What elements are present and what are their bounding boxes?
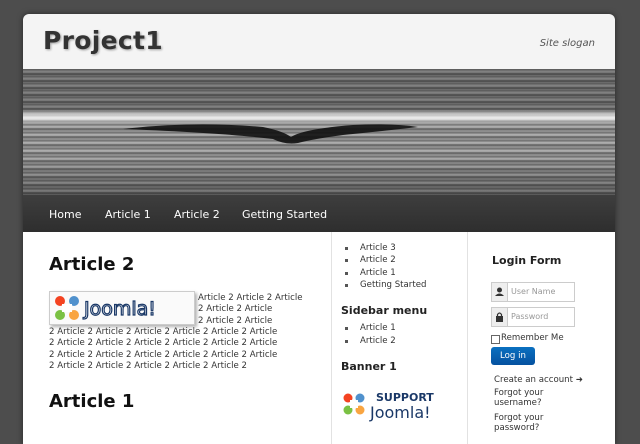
- article-2-text: Article 2 Article 2 Article: [198, 293, 303, 303]
- article-2-text: 2 Article 2 Article 2 Article 2 Article …: [49, 327, 278, 337]
- nav-getting-started[interactable]: Getting Started: [242, 208, 327, 221]
- remember-me-label: Remember Me: [501, 333, 564, 343]
- article-2-text: 2 Article 2 Article 2 Article 2 Article …: [49, 350, 278, 360]
- site-header: Project1 Site slogan: [23, 14, 615, 69]
- create-account-link[interactable]: Create an account ➜: [494, 375, 583, 385]
- article-2-title[interactable]: Article 2: [49, 254, 134, 275]
- sidebar-link-getting-started[interactable]: Getting Started: [360, 280, 426, 290]
- forgot-username-link[interactable]: Forgot your username?: [494, 388, 543, 408]
- article-1-title[interactable]: Article 1: [49, 391, 134, 412]
- login-form-title: Login Form: [492, 254, 562, 267]
- article-2-text: 2 Article 2 Article: [198, 304, 273, 314]
- username-placeholder: User Name: [511, 287, 556, 296]
- login-button[interactable]: Log in: [491, 347, 535, 365]
- password-placeholder: Password: [511, 312, 549, 321]
- nav-home[interactable]: Home: [49, 208, 81, 221]
- sidebar-link-article-3[interactable]: Article 3: [360, 243, 396, 253]
- svg-text:Joomla!: Joomla!: [83, 298, 156, 320]
- site-slogan: Site slogan: [539, 38, 595, 49]
- svg-text:Joomla!: Joomla!: [369, 403, 431, 422]
- forgot-password-link[interactable]: Forgot your password?: [494, 413, 543, 433]
- article-2-text: 2 Article 2 Article 2 Article 2 Article …: [49, 338, 278, 348]
- lock-icon: [492, 308, 508, 326]
- login-column: Login Form User Name Password Remember M…: [468, 232, 615, 444]
- joomla-logo-image: Joomla!: [49, 291, 195, 325]
- content-area: Article 2 Joomla! Article 2 Article 2 Ar…: [23, 232, 615, 444]
- main-navbar: Home Article 1 Article 2 Getting Started: [23, 195, 615, 232]
- nav-article-1[interactable]: Article 1: [105, 208, 151, 221]
- sidebar-column: Article 3 Article 2 Article 1 Getting St…: [332, 232, 467, 444]
- header-banner-image: [23, 69, 615, 195]
- banner-heading: Banner 1: [341, 360, 397, 373]
- joomla-support-icon: SUPPORT Joomla!: [343, 391, 434, 422]
- sidebar-menu-article-2[interactable]: Article 2: [360, 336, 396, 346]
- password-field[interactable]: Password: [491, 307, 575, 327]
- support-joomla-banner[interactable]: SUPPORT Joomla!: [341, 390, 463, 426]
- sidebar-link-article-1[interactable]: Article 1: [360, 268, 396, 278]
- username-field[interactable]: User Name: [491, 282, 575, 302]
- arrow-right-icon: ➜: [575, 375, 583, 385]
- sidebar-menu-article-1[interactable]: Article 1: [360, 323, 396, 333]
- article-2-text: 2 Article 2 Article 2 Article 2 Article …: [49, 361, 247, 371]
- page-container: Project1 Site slogan Home Article 1 Arti…: [23, 14, 615, 444]
- site-title[interactable]: Project1: [43, 26, 163, 55]
- joomla-mark-icon: Joomla!: [55, 296, 157, 321]
- nav-article-2[interactable]: Article 2: [174, 208, 220, 221]
- main-column: Article 2 Joomla! Article 2 Article 2 Ar…: [23, 232, 331, 444]
- remember-me-checkbox[interactable]: [491, 335, 500, 344]
- article-2-text: 2 Article 2 Article: [198, 316, 273, 326]
- sidebar-link-article-2[interactable]: Article 2: [360, 255, 396, 265]
- user-icon: [492, 283, 508, 301]
- sidebar-menu-heading: Sidebar menu: [341, 304, 428, 317]
